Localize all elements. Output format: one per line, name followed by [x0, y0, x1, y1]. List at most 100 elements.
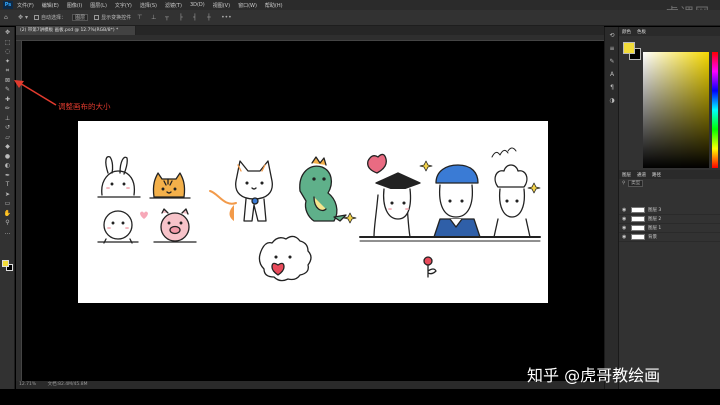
tab-strip — [136, 26, 604, 35]
properties-icon[interactable]: ≡ — [608, 45, 616, 53]
auto-select-dropdown[interactable]: 图层 — [72, 14, 89, 22]
type-tool-icon[interactable]: T — [3, 181, 12, 188]
path-selection-icon[interactable]: ➤ — [3, 191, 12, 198]
menu-image[interactable]: 图像(I) — [67, 2, 82, 9]
menu-select[interactable]: 选择(S) — [140, 2, 157, 9]
layer-row[interactable]: ◉ 图层 1 — [619, 224, 720, 233]
foreground-color-swatch[interactable] — [623, 42, 635, 54]
align-left-button[interactable]: ├ — [179, 14, 187, 22]
shape-tool-icon[interactable]: ▭ — [3, 200, 12, 207]
dodge-tool-icon[interactable]: ◐ — [3, 162, 12, 169]
visibility-eye-icon[interactable]: ◉ — [622, 216, 628, 222]
annotation-label: 调整画布的大小 — [58, 102, 111, 111]
eraser-tool-icon[interactable]: ▱ — [3, 134, 12, 141]
checkbox-icon — [34, 15, 40, 20]
menu-edit[interactable]: 编辑(E) — [42, 2, 59, 9]
rabbit-doodle — [97, 155, 141, 198]
layer-name: 图层 1 — [648, 226, 662, 231]
chef-girl-doodle — [491, 147, 541, 238]
color-picker-field[interactable] — [643, 52, 709, 168]
document-tab[interactable]: (2) 带第7讲模板 画板.psd @ 12.7%(RGB/8*) * — [16, 26, 136, 35]
options-bar: ⌂ ✥ ▾ 自动选择： 图层 显示变换控件 ⊤ ⊥ ┬ ├ ┤ ┼ ••• — [0, 10, 720, 26]
blur-tool-icon[interactable]: ● — [3, 153, 12, 160]
artwork-illustration — [97, 147, 541, 282]
layer-row[interactable]: ◉ 图层 2 — [619, 215, 720, 224]
photoshop-logo: Ps — [3, 1, 13, 9]
menu-help[interactable]: 帮助(H) — [265, 2, 283, 9]
menu-view[interactable]: 视图(V) — [213, 2, 230, 9]
sheep-doodle — [258, 235, 312, 282]
menu-window[interactable]: 窗口(W) — [238, 2, 257, 9]
align-top-button[interactable]: ⊤ — [137, 14, 145, 22]
annotation-arrow-icon — [14, 80, 57, 106]
layer-thumbnail — [631, 225, 645, 231]
character-icon[interactable]: A — [608, 71, 616, 79]
pen-tool-icon[interactable]: ✒ — [3, 172, 12, 179]
right-panels: 颜色 色板 图层 通道 路径 ⚲ 类型 ◉ 图层 3 ◉ 图层 2 ◉ 图层 1… — [618, 27, 720, 389]
marquee-tool-icon[interactable]: ⬚ — [3, 39, 12, 46]
zoom-level[interactable]: 12.71% — [19, 382, 36, 387]
sailor-girl-doodle — [419, 160, 481, 238]
tab-swatches[interactable]: 色板 — [637, 29, 646, 35]
history-icon[interactable]: ⟲ — [608, 32, 616, 40]
layer-row[interactable]: ◉ 图层 3 — [619, 206, 720, 215]
menu-filter[interactable]: 滤镜(T) — [165, 2, 182, 9]
document-info: 文档:82.4M/45.8M — [47, 382, 88, 387]
layer-thumbnail — [631, 234, 645, 240]
home-icon[interactable]: ⌂ — [4, 14, 12, 22]
adjust-icon[interactable]: ◑ — [608, 97, 616, 105]
menu-3d[interactable]: 3D(D) — [190, 2, 205, 8]
chick-doodle — [97, 210, 148, 244]
auto-select-checkbox[interactable]: 自动选择： — [34, 14, 66, 22]
search-icon: ⚲ — [622, 181, 626, 186]
show-transform-checkbox[interactable]: 显示变换控件 — [94, 14, 131, 22]
layer-lock-row — [619, 197, 720, 206]
color-panel-header: 颜色 色板 — [619, 27, 720, 36]
menu-bar: Ps 文件(F) 编辑(E) 图像(I) 图层(L) 文字(Y) 选择(S) 滤… — [0, 0, 720, 10]
foreground-color-swatch[interactable] — [2, 260, 9, 267]
status-bar: 12.71% 文档:82.4M/45.8M — [16, 381, 604, 389]
tab-color[interactable]: 颜色 — [622, 29, 631, 35]
layer-row[interactable]: ◉ 背景 — [619, 233, 720, 242]
visibility-eye-icon[interactable]: ◉ — [622, 207, 628, 213]
lasso-tool-icon[interactable]: ◌ — [3, 48, 12, 55]
magic-wand-tool-icon[interactable]: ✦ — [3, 58, 12, 65]
layer-kind-dropdown[interactable]: 类型 — [628, 180, 644, 187]
checkbox-icon — [94, 15, 100, 20]
tab-layers[interactable]: 图层 — [622, 172, 631, 178]
visibility-eye-icon[interactable]: ◉ — [622, 234, 628, 240]
tiger-cat-doodle — [149, 172, 191, 199]
brush-settings-icon[interactable]: ✎ — [608, 58, 616, 66]
layer-thumbnail — [631, 207, 645, 213]
menu-type[interactable]: 文字(Y) — [115, 2, 132, 9]
hand-tool-icon[interactable]: ✋ — [3, 210, 12, 217]
layer-name: 背景 — [648, 235, 657, 240]
menu-file[interactable]: 文件(F) — [17, 2, 34, 9]
align-middle-button[interactable]: ┬ — [165, 14, 173, 22]
crop-tool-icon[interactable]: ⌗ — [3, 67, 12, 74]
panel-icon-strip: ⟲ ≡ ✎ A ¶ ◑ — [604, 27, 618, 389]
tab-channels[interactable]: 通道 — [637, 172, 646, 178]
align-bottom-button[interactable]: ⊥ — [151, 14, 159, 22]
document-canvas[interactable] — [78, 121, 548, 303]
tab-paths[interactable]: 路径 — [652, 172, 661, 178]
more-options-icon[interactable]: ••• — [221, 14, 232, 22]
clone-stamp-icon[interactable]: ⊥ — [3, 115, 12, 122]
align-right-button[interactable]: ┤ — [193, 14, 201, 22]
show-transform-label: 显示变换控件 — [101, 15, 132, 21]
layers-panel-header: 图层 通道 路径 — [619, 170, 720, 179]
auto-select-label: 自动选择： — [41, 15, 67, 21]
menu-layer[interactable]: 图层(L) — [90, 2, 107, 9]
align-center-button[interactable]: ┼ — [207, 14, 215, 22]
more-tools-icon[interactable]: … — [3, 229, 12, 236]
hue-slider[interactable] — [712, 52, 718, 168]
dinosaur-doodle — [299, 156, 357, 224]
zoom-tool-icon[interactable]: ⚲ — [3, 219, 12, 226]
paint-bucket-icon[interactable]: ◆ — [3, 143, 12, 150]
move-tool-preset[interactable]: ✥ ▾ — [18, 14, 28, 22]
layer-blend-row — [619, 188, 720, 197]
move-tool-icon[interactable]: ✥ — [3, 29, 12, 36]
visibility-eye-icon[interactable]: ◉ — [622, 225, 628, 231]
history-brush-icon[interactable]: ↺ — [3, 124, 12, 131]
paragraph-icon[interactable]: ¶ — [608, 84, 616, 92]
